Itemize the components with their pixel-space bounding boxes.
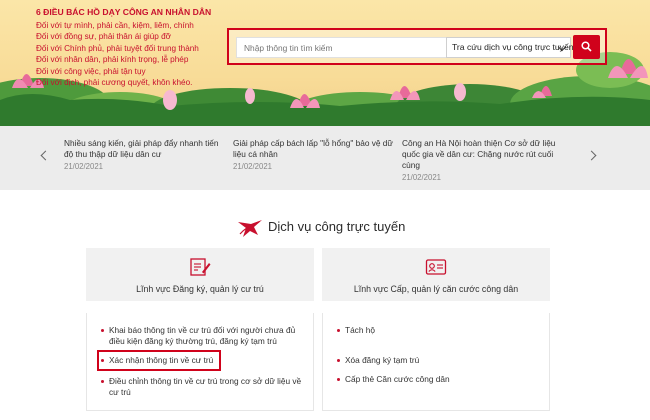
search-icon <box>581 41 592 52</box>
news-title[interactable]: Công an Hà Nội hoàn thiện Cơ sở dữ liệu … <box>402 138 562 171</box>
bullet-icon <box>101 380 104 383</box>
bullet-icon <box>337 359 340 362</box>
news-date: 21/02/2021 <box>233 162 273 171</box>
form-edit-icon <box>190 258 211 276</box>
chevron-right-icon[interactable] <box>586 150 597 161</box>
card-label: Lĩnh vực Cấp, quản lý căn cước công dân <box>353 284 519 294</box>
service-link-label[interactable]: Tách hộ <box>345 325 375 335</box>
search-type-select[interactable]: Tra cứu dịch vụ công trực tuyến <box>446 37 574 58</box>
teaching-line: Đối với công việc, phải tận tụy <box>36 66 146 76</box>
news-title[interactable]: Giải pháp cấp bách lấp "lỗ hổng" bảo vệ … <box>233 138 393 160</box>
search-type-selected: Tra cứu dịch vụ công trực tuyến <box>452 42 574 52</box>
news-date: 21/02/2021 <box>64 162 104 171</box>
teachings-title: 6 ĐIỀU BÁC HỒ DẠY CÔNG AN NHÂN DÂN <box>36 7 212 17</box>
teaching-line: Đối với nhân dân, phải kính trọng, lễ ph… <box>36 55 189 65</box>
news-item[interactable]: Công an Hà Nội hoàn thiện Cơ sở dữ liệu … <box>402 138 562 182</box>
id-card-icon <box>425 259 447 275</box>
teaching-line: Đối với Chính phủ, phải tuyệt đối trung … <box>36 43 199 53</box>
teaching-line: Đối với đồng sự, phải thân ái giúp đỡ <box>36 32 172 42</box>
services-header: Dịch vụ công trực tuyến <box>0 218 650 238</box>
news-title[interactable]: Nhiều sáng kiến, giải pháp đẩy nhanh tiế… <box>64 138 224 160</box>
teaching-line: Đối với địch, phải cương quyết, khôn khé… <box>36 78 193 88</box>
bullet-icon <box>337 378 340 381</box>
bullet-icon <box>337 329 340 332</box>
highlight-annotation <box>97 350 221 371</box>
citizen-id-services-list: Tách hộ Xóa đăng ký tạm trú Cấp thẻ Căn … <box>322 313 550 411</box>
search-input[interactable] <box>236 37 446 58</box>
service-link[interactable]: Xóa đăng ký tạm trú <box>337 355 545 366</box>
search-button[interactable] <box>573 35 600 59</box>
card-citizen-id[interactable]: Lĩnh vực Cấp, quản lý căn cước công dân <box>322 248 550 301</box>
service-link[interactable]: Cấp thẻ Căn cước công dân <box>337 374 545 385</box>
services-title: Dịch vụ công trực tuyến <box>268 219 406 234</box>
bullet-icon <box>101 329 104 332</box>
search-panel: Tra cứu dịch vụ công trực tuyến <box>227 28 607 65</box>
service-link-label[interactable]: Cấp thẻ Căn cước công dân <box>345 374 450 384</box>
service-link[interactable]: Khai báo thông tin về cư trú đối với ngư… <box>101 325 309 348</box>
card-label: Lĩnh vực Đăng ký, quản lý cư trú <box>136 284 264 294</box>
service-link-label[interactable]: Điều chỉnh thông tin về cư trú trong cơ … <box>109 376 301 397</box>
header-banner: 6 ĐIỀU BÁC HỒ DẠY CÔNG AN NHÂN DÂN Đối v… <box>0 0 650 126</box>
service-link[interactable]: Điều chỉnh thông tin về cư trú trong cơ … <box>101 376 309 399</box>
uncle-ho-teachings: 6 ĐIỀU BÁC HỒ DẠY CÔNG AN NHÂN DÂN Đối v… <box>36 7 226 88</box>
service-link[interactable]: Tách hộ <box>337 325 545 336</box>
news-item[interactable]: Nhiều sáng kiến, giải pháp đẩy nhanh tiế… <box>64 138 224 171</box>
service-link-label[interactable]: Xóa đăng ký tạm trú <box>345 355 419 365</box>
star-swoosh-icon <box>238 220 262 237</box>
card-residence-management[interactable]: Lĩnh vực Đăng ký, quản lý cư trú <box>86 248 314 301</box>
chevron-left-icon[interactable] <box>40 150 51 161</box>
service-link-label[interactable]: Khai báo thông tin về cư trú đối với ngư… <box>109 325 295 346</box>
news-carousel: Nhiều sáng kiến, giải pháp đẩy nhanh tiế… <box>0 126 650 190</box>
news-date: 21/02/2021 <box>402 173 442 182</box>
news-item[interactable]: Giải pháp cấp bách lấp "lỗ hổng" bảo vệ … <box>233 138 393 171</box>
teaching-line: Đối với tự mình, phải cần, kiệm, liêm, c… <box>36 21 194 30</box>
